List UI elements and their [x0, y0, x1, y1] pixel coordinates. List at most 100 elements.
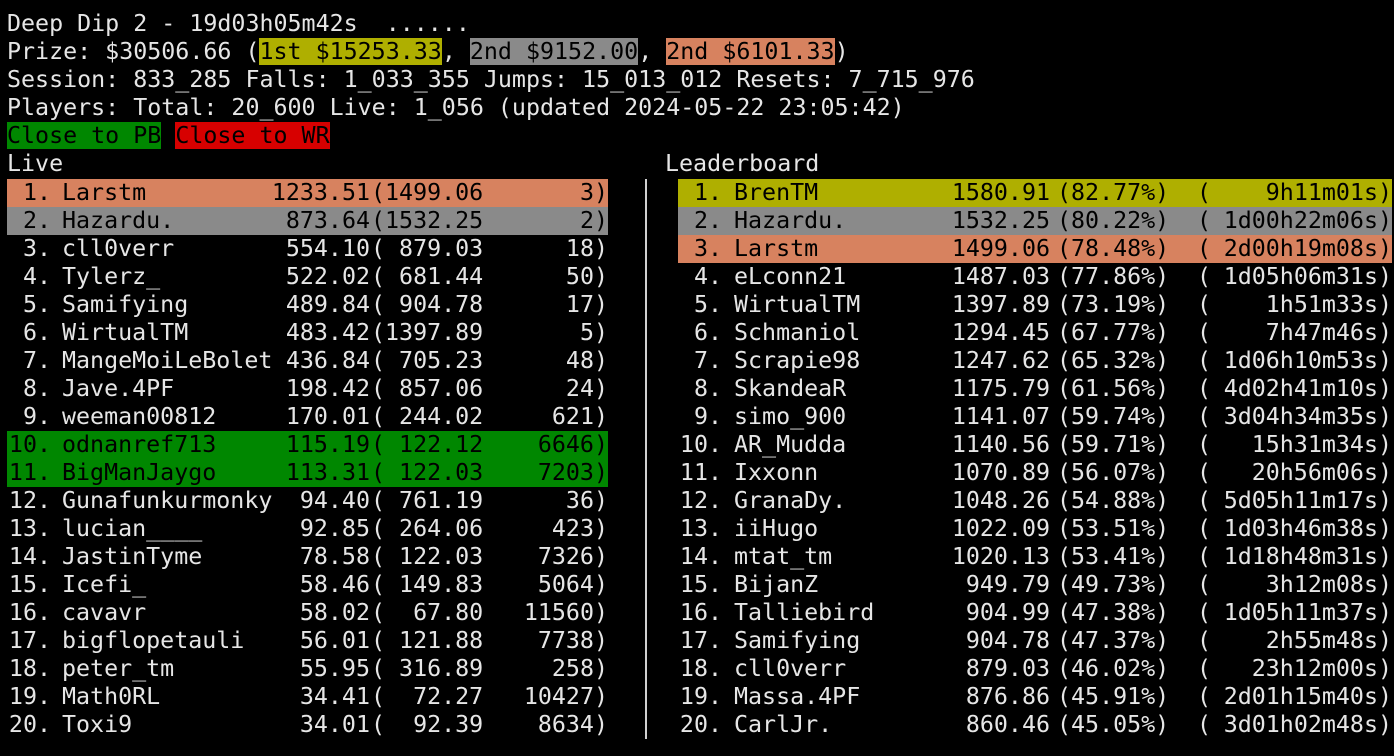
leaderboard-time: 7h47m46s) [1265, 319, 1392, 346]
leaderboard-row: 6. Schmaniol 1294.45 (67.77%) (7h47m46s) [0, 319, 1394, 347]
leaderboard-rank: 17. [679, 627, 722, 654]
leaderboard-time: 3h12m08s) [1265, 571, 1392, 598]
leaderboard-player-name: Samifying [734, 627, 861, 654]
leaderboard-best-height: 879.03 [965, 655, 1050, 682]
leaderboard-time: 1d06h10m53s) [1223, 347, 1392, 374]
leaderboard-best-height: 876.86 [965, 683, 1050, 710]
leaderboard-row: 17. Samifying 904.78 (47.37%) (2h55m48s) [0, 627, 1394, 655]
leaderboard-time: 1d03h46m38s) [1223, 515, 1392, 542]
leaderboard-percent: (67.77%) [1057, 319, 1170, 346]
leaderboard-time: 23h12m00s) [1251, 655, 1392, 682]
stats-line: Session: 833_285 Falls: 1_033_355 Jumps:… [7, 66, 975, 93]
leaderboard-player-name: CarlJr. [734, 711, 833, 738]
leaderboard-rank: 16. [679, 599, 722, 626]
leaderboard-player-name: GranaDy. [734, 487, 847, 514]
leaderboard-rank: 19. [679, 683, 722, 710]
leaderboard-best-height: 904.78 [965, 627, 1050, 654]
legend-close-to-pb: Close to PB [7, 122, 162, 149]
leaderboard-rank: 6. [679, 319, 722, 346]
leaderboard-time-open: ( [1197, 431, 1212, 458]
leaderboard-time-open: ( [1197, 655, 1212, 682]
leaderboard-percent: (47.38%) [1057, 599, 1170, 626]
leaderboard-best-height: 949.79 [965, 571, 1050, 598]
leaderboard-time: 4d02h41m10s) [1223, 375, 1392, 402]
leaderboard-player-name: Hazardu. [734, 207, 847, 234]
leaderboard-rank: 8. [679, 375, 722, 402]
leaderboard-player-name: Ixxonn [734, 459, 819, 486]
leaderboard-percent: (46.02%) [1057, 655, 1170, 682]
leaderboard-time-open: ( [1197, 375, 1212, 402]
title-line: Deep Dip 2 - 19d03h05m42s ...... [7, 10, 470, 37]
leaderboard-row: 11. Ixxonn 1070.89 (56.07%) (20h56m06s) [0, 459, 1394, 487]
leaderboard-best-height: 1294.45 [951, 319, 1050, 346]
prize-separator: , [638, 38, 667, 65]
leaderboard-row: 13. iiHugo 1022.09 (53.51%) (1d03h46m38s) [0, 515, 1394, 543]
leaderboard-best-height: 1070.89 [951, 459, 1050, 486]
leaderboard-percent: (45.91%) [1057, 683, 1170, 710]
leaderboard-row: 5. WirtualTM 1397.89 (73.19%) (1h51m33s) [0, 291, 1394, 319]
leaderboard-percent: (61.56%) [1057, 375, 1170, 402]
prize-line: Prize: $30506.66 (1st $15253.33, 2nd $91… [7, 38, 849, 66]
leaderboard-percent: (78.48%) [1057, 235, 1170, 262]
prize-total: Prize: $30506.66 ( [7, 38, 260, 65]
leaderboard-time: 2d00h19m08s) [1223, 235, 1392, 262]
leaderboard-percent: (54.88%) [1057, 487, 1170, 514]
leaderboard-player-name: Talliebird [734, 599, 875, 626]
leaderboard-time-open: ( [1197, 627, 1212, 654]
leaderboard-rank: 4. [679, 263, 722, 290]
leaderboard-rank: 12. [679, 487, 722, 514]
leaderboard-row: 14. mtat_tm 1020.13 (53.41%) (1d18h48m31s) [0, 543, 1394, 571]
leaderboard-player-name: iiHugo [734, 515, 819, 542]
leaderboard-player-name: Larstm [734, 235, 819, 262]
leaderboard-rank: 20. [679, 711, 722, 738]
leaderboard-time: 15h31m34s) [1251, 431, 1392, 458]
leaderboard-time: 3d01h02m48s) [1223, 711, 1392, 738]
terminal-window: Deep Dip 2 - 19d03h05m42s ...... Prize: … [0, 0, 1394, 756]
legend-line: Close to PB Close to WR [7, 122, 330, 150]
leaderboard-best-height: 904.99 [965, 599, 1050, 626]
leaderboard-player-name: BrenTM [734, 179, 819, 206]
leaderboard-time-open: ( [1197, 403, 1212, 430]
leaderboard-percent: (59.71%) [1057, 431, 1170, 458]
leaderboard-rank: 5. [679, 291, 722, 318]
leaderboard-time: 1d18h48m31s) [1223, 543, 1392, 570]
leaderboard-time-open: ( [1197, 263, 1212, 290]
leaderboard-percent: (53.41%) [1057, 543, 1170, 570]
leaderboard-row: 3. Larstm 1499.06 (78.48%) (2d00h19m08s) [0, 235, 1394, 263]
leaderboard-time-open: ( [1197, 683, 1212, 710]
leaderboard-row: 9. simo_900 1141.07 (59.74%) (3d04h34m35s) [0, 403, 1394, 431]
leaderboard-time: 2d01h15m40s) [1223, 683, 1392, 710]
leaderboard-time: 9h11m01s) [1265, 179, 1392, 206]
leaderboard-player-name: simo_900 [734, 403, 847, 430]
leaderboard-row: 16. Talliebird 904.99 (47.38%) (1d05h11m37s) [0, 599, 1394, 627]
leaderboard-time-open: ( [1197, 459, 1212, 486]
prize-second-badge: 2nd $9152.00 [469, 38, 639, 65]
leaderboard-best-height: 1048.26 [951, 487, 1050, 514]
leaderboard-player-name: Massa.4PF [734, 683, 861, 710]
leaderboard-time: 1d00h22m06s) [1223, 207, 1392, 234]
leaderboard-rank: 3. [679, 235, 722, 262]
leaderboard-player-name: Scrapie98 [734, 347, 861, 374]
leaderboard-percent: (45.05%) [1057, 711, 1170, 738]
leaderboard-best-height: 1580.91 [951, 179, 1050, 206]
leaderboard-time: 5d05h11m17s) [1223, 487, 1392, 514]
leaderboard-best-height: 1141.07 [951, 403, 1050, 430]
live-section-title: Live [7, 150, 64, 177]
leaderboard-player-name: AR_Mudda [734, 431, 847, 458]
leaderboard-rank: 11. [679, 459, 722, 486]
leaderboard-percent: (56.07%) [1057, 459, 1170, 486]
legend-close-to-wr: Close to WR [175, 122, 330, 149]
leaderboard-rank: 18. [679, 655, 722, 682]
leaderboard-percent: (49.73%) [1057, 571, 1170, 598]
leaderboard-time-open: ( [1197, 711, 1212, 738]
leaderboard-section-title: Leaderboard [665, 150, 820, 177]
leaderboard-time: 1d05h06m31s) [1223, 263, 1392, 290]
leaderboard-row: 20. CarlJr. 860.46 (45.05%) (3d01h02m48s) [0, 711, 1394, 739]
leaderboard-time-open: ( [1197, 487, 1212, 514]
leaderboard-row: 19. Massa.4PF 876.86 (45.91%) (2d01h15m40s) [0, 683, 1394, 711]
leaderboard-time-open: ( [1197, 291, 1212, 318]
leaderboard-row: 12. GranaDy. 1048.26 (54.88%) (5d05h11m17s) [0, 487, 1394, 515]
leaderboard-time-open: ( [1197, 599, 1212, 626]
leaderboard-best-height: 1487.03 [951, 263, 1050, 290]
leaderboard-time-open: ( [1197, 179, 1212, 206]
